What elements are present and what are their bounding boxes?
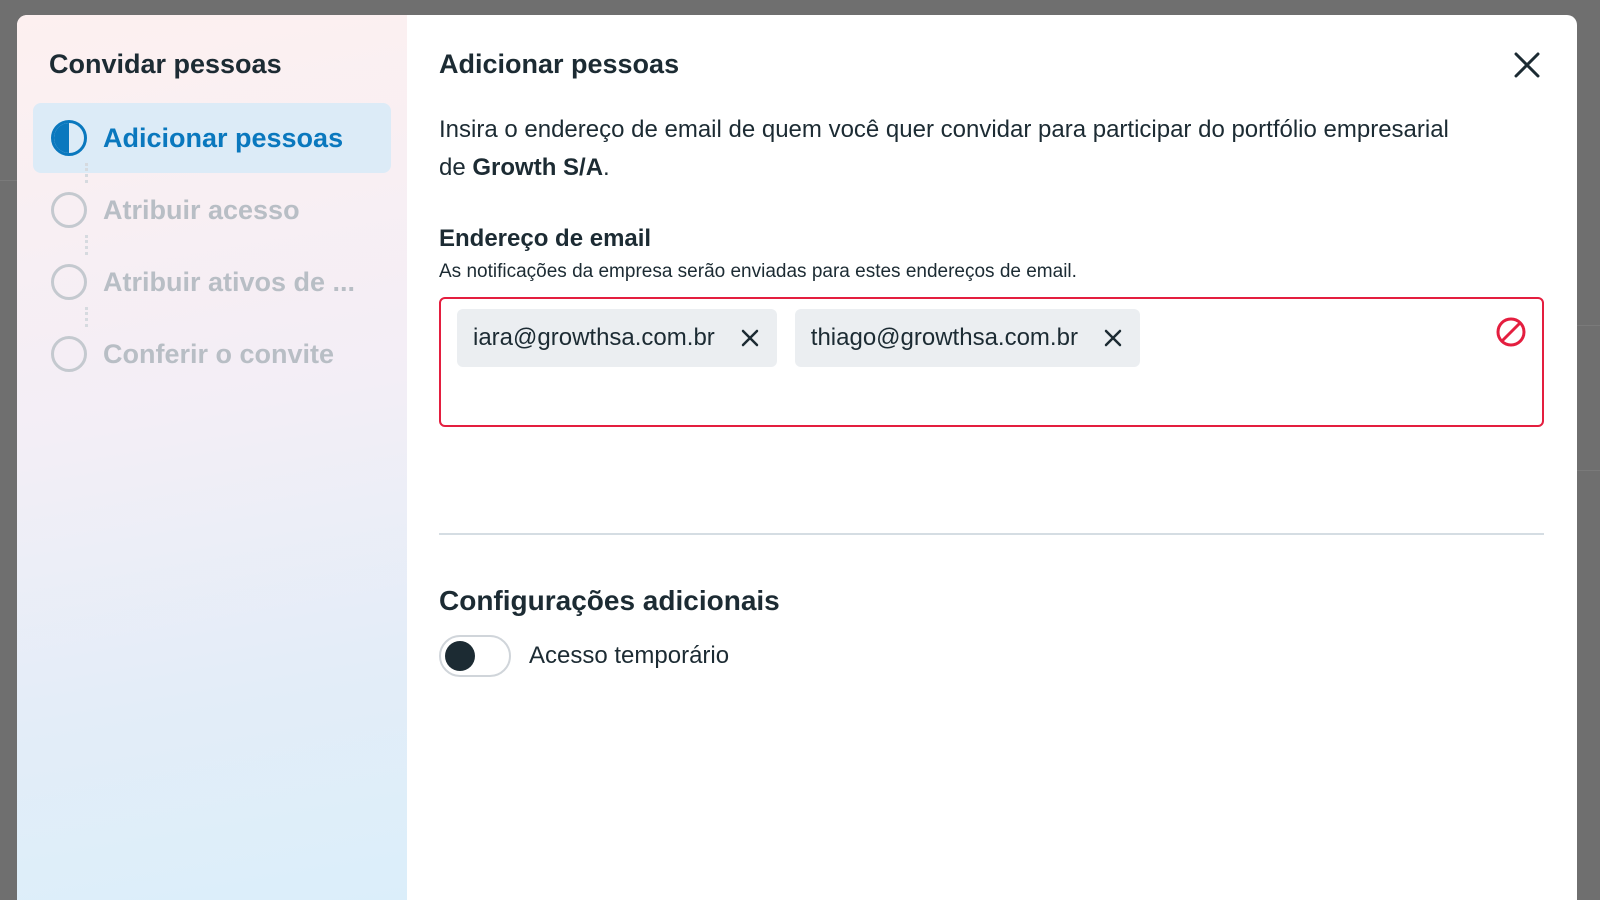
error-icon bbox=[1496, 317, 1526, 347]
step-progress-icon bbox=[51, 120, 87, 156]
email-input[interactable]: iara@growthsa.com.br thiago@growthsa.com… bbox=[439, 297, 1544, 427]
backdrop-line bbox=[1577, 325, 1600, 326]
step-circle-icon bbox=[51, 336, 87, 372]
step-connector bbox=[85, 163, 88, 183]
step-review-invite[interactable]: Conferir o convite bbox=[33, 307, 391, 389]
additional-settings-title: Configurações adicionais bbox=[439, 585, 780, 616]
toggle-knob bbox=[445, 641, 475, 671]
temporary-access-row: Acesso temporário bbox=[439, 635, 1547, 677]
backdrop-line bbox=[0, 180, 17, 181]
sidebar: Convidar pessoas Adicionar pessoas Atrib… bbox=[17, 15, 407, 900]
close-icon bbox=[1514, 52, 1540, 78]
business-name: Growth S/A bbox=[472, 154, 604, 181]
email-chip-text: iara@growthsa.com.br bbox=[473, 324, 715, 351]
backdrop-line bbox=[1577, 470, 1600, 471]
temporary-access-toggle[interactable] bbox=[439, 635, 511, 677]
temporary-access-label: Acesso temporário bbox=[529, 642, 730, 669]
email-chip-text: thiago@growthsa.com.br bbox=[810, 324, 1078, 351]
remove-email-button[interactable] bbox=[1100, 325, 1126, 351]
close-icon bbox=[1104, 329, 1122, 347]
invite-people-dialog: Convidar pessoas Adicionar pessoas Atrib… bbox=[17, 15, 1577, 900]
close-icon bbox=[741, 329, 759, 347]
email-chip: iara@growthsa.com.br bbox=[457, 309, 777, 367]
step-label: Atribuir acesso bbox=[103, 194, 300, 225]
step-circle-icon bbox=[51, 264, 87, 300]
email-field-label: Endereço de email bbox=[439, 225, 652, 252]
description: Insira o endereço de email de quem você … bbox=[439, 111, 1479, 187]
page-title: Adicionar pessoas bbox=[439, 49, 680, 79]
step-label: Conferir o convite bbox=[103, 338, 335, 369]
divider bbox=[439, 533, 1544, 535]
sidebar-title: Convidar pessoas bbox=[49, 49, 282, 79]
close-button[interactable] bbox=[1507, 45, 1547, 85]
step-circle-icon bbox=[51, 192, 87, 228]
step-list: Adicionar pessoas Atribuir acesso Atribu… bbox=[33, 103, 391, 389]
main-panel: Adicionar pessoas Insira o endereço de e… bbox=[407, 15, 1577, 900]
step-label: Adicionar pessoas bbox=[103, 122, 344, 153]
email-field-help: As notificações da empresa serão enviada… bbox=[439, 261, 1077, 282]
email-chip: thiago@growthsa.com.br bbox=[794, 309, 1140, 367]
step-connector bbox=[85, 235, 88, 255]
remove-email-button[interactable] bbox=[737, 325, 763, 351]
step-connector bbox=[85, 307, 88, 327]
description-end: . bbox=[603, 154, 610, 181]
step-label: Atribuir ativos de ... bbox=[103, 266, 356, 297]
